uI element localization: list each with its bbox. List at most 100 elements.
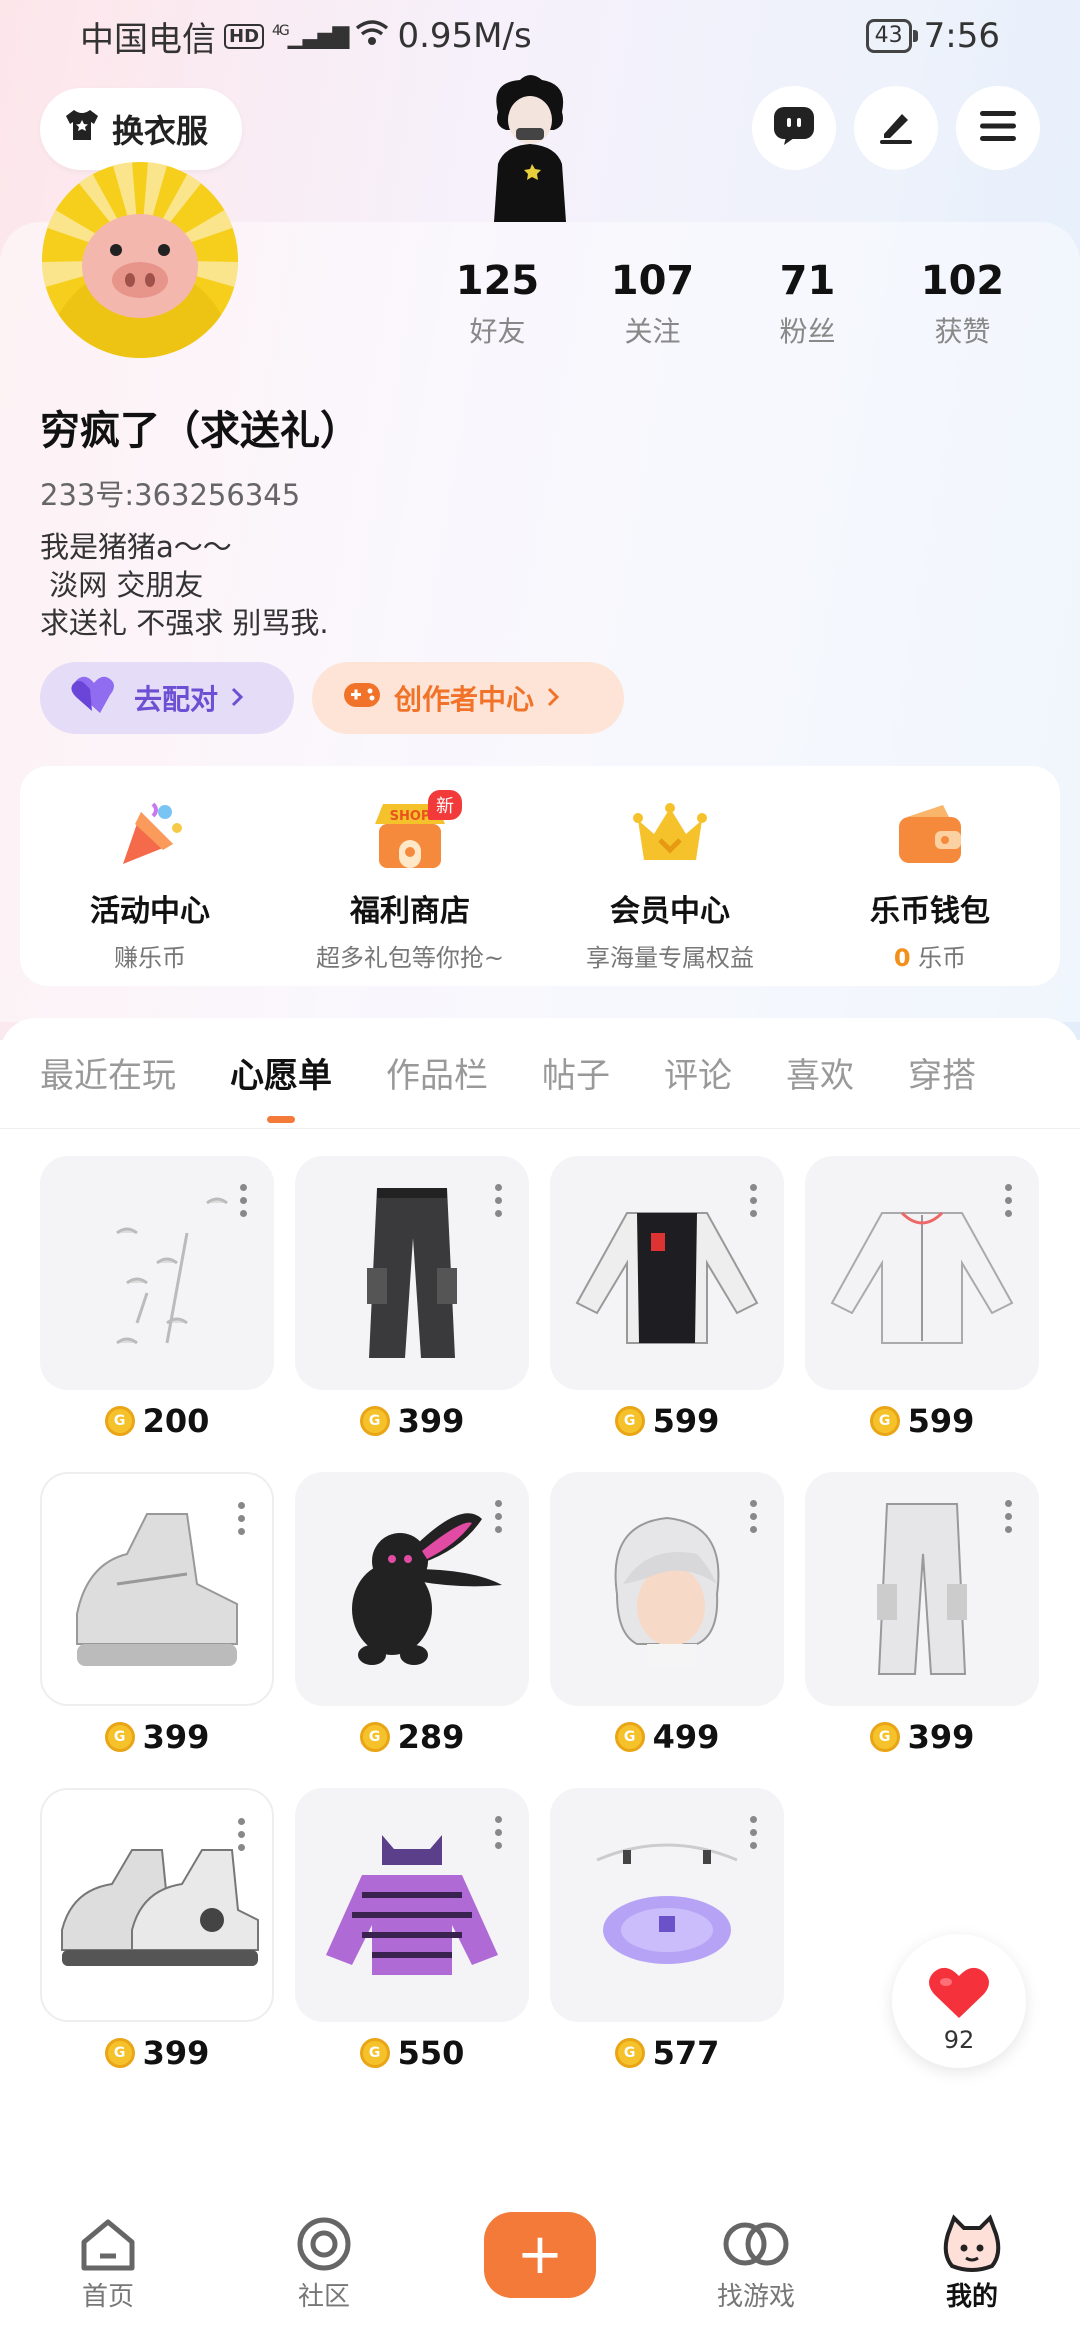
coin-wallet-entry[interactable]: 乐币钱包 0 乐币 — [800, 796, 1060, 973]
creator-center-label: 创作者中心 — [394, 683, 535, 716]
edit-profile-button[interactable] — [854, 86, 938, 170]
wallet-icon — [800, 796, 1060, 874]
tab-outfits[interactable]: 穿搭 — [908, 1048, 976, 1097]
heart-icon — [928, 1964, 990, 2024]
wishlist-item[interactable]: G 550 — [295, 1788, 529, 2072]
more-options-icon[interactable] — [1005, 1184, 1013, 1223]
wishlist-item[interactable]: G 399 — [805, 1472, 1039, 1756]
quick-services-panel: 活动中心 赚乐币 新 SHOP 福利商店 超多礼包等你抢~ 会员中心 享海量专属… — [20, 766, 1060, 986]
price-value: 550 — [397, 2034, 465, 2072]
pencil-icon — [876, 106, 916, 150]
item-price: G 399 — [40, 2034, 274, 2072]
item-price: G 289 — [295, 1718, 529, 1756]
signal-icon: 4G▁▃▅▇ — [272, 22, 349, 50]
more-options-icon[interactable] — [238, 1502, 246, 1541]
tab-wishlist[interactable]: 心愿单 — [230, 1048, 332, 1123]
avatar-3d-figure[interactable] — [470, 72, 590, 222]
price-value: 599 — [652, 1402, 720, 1440]
message-button[interactable] — [752, 86, 836, 170]
plus-icon: + — [484, 2212, 596, 2298]
item-price: G 200 — [40, 1402, 274, 1440]
tabs-divider — [0, 1128, 1080, 1129]
stat-likes-received[interactable]: 102 获赞 — [885, 258, 1040, 350]
coin-icon: G — [614, 1722, 645, 1752]
tab-recently-played[interactable]: 最近在玩 — [40, 1048, 176, 1097]
nav-label: 首页 — [81, 2282, 134, 2312]
welfare-shop-entry[interactable]: 新 SHOP 福利商店 超多礼包等你抢~ — [280, 790, 540, 973]
item-price: G 599 — [805, 1402, 1039, 1440]
more-options-icon[interactable] — [238, 1818, 246, 1857]
nav-home[interactable]: 首页 — [0, 2212, 216, 2313]
wishlist-item[interactable]: G 399 — [40, 1788, 274, 2072]
like-float-button[interactable]: 92 — [892, 1934, 1026, 2068]
creator-center-button[interactable]: 创作者中心 — [312, 662, 624, 734]
more-options-icon[interactable] — [750, 1500, 758, 1539]
price-value: 399 — [142, 1718, 210, 1756]
wifi-icon — [355, 16, 389, 56]
tab-posts[interactable]: 帖子 — [542, 1048, 610, 1097]
stat-followers[interactable]: 71 粉丝 — [730, 258, 885, 350]
quick-title: 会员中心 — [610, 894, 730, 929]
change-outfit-button[interactable]: 换衣服 — [40, 88, 243, 170]
nav-find-games[interactable]: 找游戏 — [648, 2212, 864, 2313]
chat-bubble-icon — [772, 105, 816, 151]
more-options-icon[interactable] — [495, 1184, 503, 1223]
item-price: G 550 — [295, 2034, 529, 2072]
wishlist-item[interactable]: G 577 — [550, 1788, 784, 2072]
wishlist-item[interactable]: G 399 — [40, 1472, 274, 1756]
item-price: G 399 — [295, 1402, 529, 1440]
item-image-white-sneakers — [40, 1472, 274, 1706]
wishlist-item[interactable]: G 499 — [550, 1472, 784, 1756]
hd-badge: HD — [224, 23, 265, 49]
stat-number: 71 — [779, 258, 836, 304]
status-bar: 中国电信 HD 4G▁▃▅▇ 0.95M/s 43 7:56 — [0, 0, 1080, 72]
item-price: G 399 — [805, 1718, 1039, 1756]
quick-title: 福利商店 — [350, 894, 470, 929]
more-options-icon[interactable] — [750, 1816, 758, 1855]
price-value: 289 — [397, 1718, 465, 1756]
coin-icon: G — [614, 1406, 645, 1436]
network-speed: 0.95M/s — [397, 16, 532, 56]
match-button[interactable]: 去配对 — [40, 662, 294, 734]
tab-likes[interactable]: 喜欢 — [786, 1048, 854, 1097]
price-value: 399 — [907, 1718, 975, 1756]
carrier-label: 中国电信 — [80, 19, 216, 60]
nav-create[interactable]: + — [432, 2212, 648, 2298]
more-options-icon[interactable] — [1005, 1500, 1013, 1539]
nickname: 穷疯了（求送礼） — [40, 408, 360, 454]
stat-number: 125 — [455, 258, 540, 304]
more-options-icon[interactable] — [750, 1184, 758, 1223]
gamepad-icon — [342, 679, 382, 718]
tshirt-icon — [64, 108, 100, 150]
more-options-icon[interactable] — [240, 1184, 248, 1223]
stat-friends[interactable]: 125 好友 — [420, 258, 575, 350]
price-value: 499 — [652, 1718, 720, 1756]
more-options-icon[interactable] — [495, 1500, 503, 1539]
activity-center-entry[interactable]: 活动中心 赚乐币 — [20, 796, 280, 973]
vip-center-entry[interactable]: 会员中心 享海量专属权益 — [540, 796, 800, 973]
coin-icon: G — [104, 1406, 135, 1436]
wishlist-item[interactable]: G 289 — [295, 1472, 529, 1756]
quick-title: 活动中心 — [90, 894, 210, 929]
item-image-black-pants — [295, 1156, 529, 1390]
stat-label: 好友 — [469, 315, 526, 348]
change-outfit-label: 换衣服 — [112, 112, 209, 150]
profile-avatar[interactable] — [42, 162, 238, 358]
tab-comments[interactable]: 评论 — [664, 1048, 732, 1097]
nav-community[interactable]: 社区 — [216, 2212, 432, 2313]
stat-following[interactable]: 107 关注 — [575, 258, 730, 350]
wishlist-item[interactable]: G 399 — [295, 1156, 529, 1440]
wishlist-item[interactable]: G 599 — [805, 1156, 1039, 1440]
menu-button[interactable] — [956, 86, 1040, 170]
nav-me[interactable]: 我的 — [864, 2212, 1080, 2313]
shop-sign-text: SHOP — [390, 809, 431, 824]
bio: 我是猪猪a～～ 淡网 交朋友 求送礼 不强求 别骂我. — [40, 530, 329, 640]
hearts-icon — [70, 675, 122, 722]
price-value: 200 — [142, 1402, 210, 1440]
wishlist-item[interactable]: G 200 — [40, 1156, 274, 1440]
nav-label: 找游戏 — [716, 2282, 795, 2312]
coin-icon: G — [359, 2038, 390, 2068]
tab-works[interactable]: 作品栏 — [386, 1048, 488, 1097]
more-options-icon[interactable] — [495, 1816, 503, 1855]
wishlist-item[interactable]: G 599 — [550, 1156, 784, 1440]
